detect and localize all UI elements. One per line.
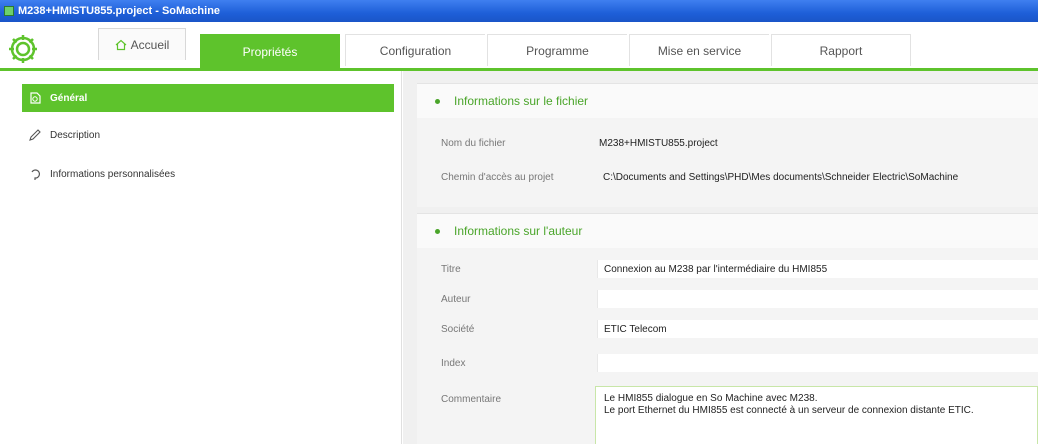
file-info-section: Informations sur le fichier Nom du fichi… <box>417 83 1038 207</box>
sidebar-item-description[interactable]: Description <box>22 121 394 149</box>
tab-proprietes-label: Propriétés <box>242 45 298 59</box>
comment-label: Commentaire <box>441 394 502 405</box>
project-path-value: C:\Documents and Settings\PHD\Mes docume… <box>603 172 959 183</box>
properties-sidebar: Général Description Informations personn… <box>0 71 402 444</box>
sidebar-item-label: Description <box>50 129 101 141</box>
author-info-header[interactable]: Informations sur l'auteur <box>417 214 1038 248</box>
file-info-header[interactable]: Informations sur le fichier <box>417 84 1038 118</box>
ribbon-tab-bar: Accueil Propriétés Configuration Program… <box>0 22 1038 70</box>
author-info-title: Informations sur l'auteur <box>454 224 583 238</box>
tab-mise-en-service-label: Mise en service <box>657 43 742 58</box>
document-icon <box>30 92 41 104</box>
tab-rapport-label: Rapport <box>819 43 863 58</box>
company-field[interactable]: ETIC Telecom <box>597 320 1038 338</box>
sidebar-item-label: Général <box>50 92 88 104</box>
comment-textarea[interactable]: Le HMI855 dialogue en So Machine avec M2… <box>595 386 1038 444</box>
tab-programme-label: Programme <box>526 43 589 58</box>
tab-accueil-label: Accueil <box>130 37 170 52</box>
sidebar-item-general[interactable]: Général <box>22 84 394 112</box>
custom-info-icon <box>31 169 41 180</box>
somachine-logo-icon[interactable] <box>6 32 40 66</box>
pencil-icon <box>29 129 41 141</box>
file-name-value: M238+HMISTU855.project <box>599 138 718 149</box>
section-bullet-icon <box>435 98 440 104</box>
window-title-bar[interactable]: M238+HMISTU855.project - SoMachine <box>0 0 1038 22</box>
company-label: Société <box>441 324 475 335</box>
tab-mise-en-service[interactable]: Mise en service <box>629 34 769 66</box>
file-info-title: Informations sur le fichier <box>454 94 589 108</box>
file-name-label: Nom du fichier <box>441 138 506 149</box>
sidebar-item-label: Informations personnalisées <box>50 168 176 180</box>
tab-accueil[interactable]: Accueil <box>98 28 186 60</box>
tab-proprietes[interactable]: Propriétés <box>200 34 340 70</box>
author-info-section: Informations sur l'auteur Titre Connexio… <box>417 213 1038 444</box>
tab-rapport[interactable]: Rapport <box>771 34 911 66</box>
sidebar-item-informations-personnalisees[interactable]: Informations personnalisées <box>22 160 394 188</box>
index-field[interactable] <box>597 354 1038 372</box>
window-title: M238+HMISTU855.project - SoMachine <box>18 5 221 17</box>
title-field[interactable]: Connexion au M238 par l'intermédiaire du… <box>597 260 1038 278</box>
section-bullet-icon <box>435 228 440 234</box>
author-field[interactable] <box>597 290 1038 308</box>
properties-content: Informations sur le fichier Nom du fichi… <box>403 71 1038 444</box>
title-label: Titre <box>441 264 461 275</box>
tab-programme[interactable]: Programme <box>487 34 627 66</box>
project-path-label: Chemin d'accès au projet <box>441 172 554 183</box>
tab-configuration[interactable]: Configuration <box>345 34 485 66</box>
tab-configuration-label: Configuration <box>379 43 452 58</box>
home-icon <box>115 39 127 50</box>
index-label: Index <box>441 358 466 369</box>
app-icon <box>4 6 14 16</box>
author-label: Auteur <box>441 294 471 305</box>
